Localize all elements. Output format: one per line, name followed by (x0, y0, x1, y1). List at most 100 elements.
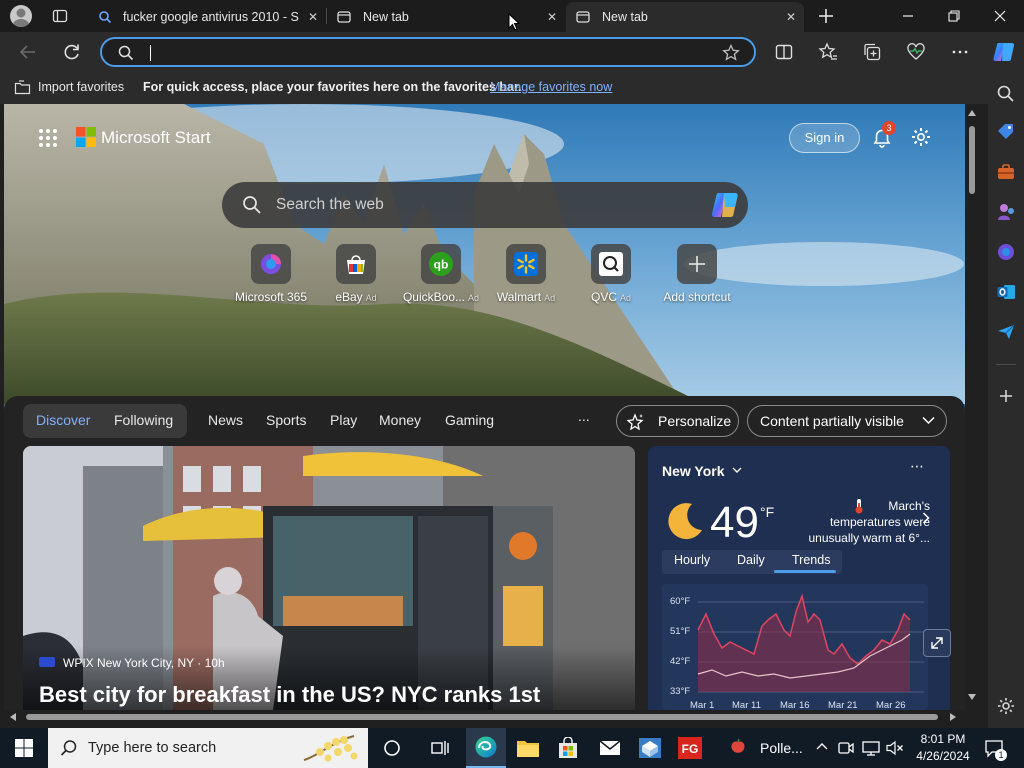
package-app-icon[interactable] (630, 728, 670, 768)
microsoft-store-icon[interactable] (548, 728, 588, 768)
copilot-icon[interactable] (992, 40, 1016, 64)
weather-note[interactable]: March's temperatures were unusually warm… (808, 498, 930, 546)
close-tab-icon[interactable]: ✕ (306, 10, 320, 24)
manage-favorites-link[interactable]: Manage favorites now (490, 80, 612, 94)
windows-taskbar: Type here to search FG Polle... 8:01 PM … (0, 728, 1024, 768)
tab-new-active[interactable]: New tab ✕ (566, 2, 804, 32)
browser-essentials-icon[interactable] (906, 42, 926, 62)
mail-icon[interactable] (590, 728, 630, 768)
close-tab-icon[interactable]: ✕ (784, 10, 798, 24)
tab-discover[interactable]: Discover (36, 412, 90, 428)
close-window-button[interactable] (977, 0, 1023, 32)
split-screen-icon[interactable] (774, 42, 794, 62)
top-story-card[interactable]: WPIX New York City, NY · 10h Best city f… (23, 446, 635, 710)
meet-now-icon[interactable] (838, 740, 854, 756)
tab-news[interactable]: News (208, 412, 243, 428)
personalize-button[interactable]: Personalize (616, 405, 739, 437)
close-tab-icon[interactable]: ✕ (545, 10, 559, 24)
show-hidden-icons-chevron-icon[interactable] (816, 742, 828, 750)
tab-new-1[interactable]: New tab ✕ (327, 2, 565, 32)
ad-badge: Ad (365, 293, 377, 303)
tab-gaming[interactable]: Gaming (445, 412, 494, 428)
more-tabs-button[interactable]: ... (578, 408, 590, 424)
scroll-right-icon[interactable] (950, 713, 956, 721)
horizontal-scrollbar[interactable] (4, 710, 965, 724)
tools-icon[interactable] (996, 162, 1016, 182)
sidebar-settings-icon[interactable] (996, 696, 1016, 716)
tab-daily[interactable]: Daily (737, 553, 765, 567)
content-visibility-dropdown[interactable]: Content partially visible (747, 405, 947, 437)
shortcut-microsoft-365[interactable]: Microsoft 365 (225, 244, 317, 314)
network-icon[interactable] (862, 740, 880, 756)
vertical-scrollbar[interactable] (965, 104, 979, 710)
import-favorites-button[interactable]: Import favorites (38, 80, 124, 94)
file-explorer-icon[interactable] (508, 728, 548, 768)
fg-app-icon[interactable]: FG (670, 728, 710, 768)
taskbar-search-box[interactable]: Type here to search (48, 728, 368, 768)
favorite-star-icon[interactable] (722, 44, 740, 62)
profile-avatar[interactable] (10, 5, 32, 27)
scroll-up-icon[interactable] (968, 110, 976, 116)
back-arrow-icon[interactable] (18, 42, 38, 62)
weather-more-button[interactable]: ⋯ (910, 458, 924, 475)
scroll-left-icon[interactable] (10, 713, 16, 721)
volume-muted-icon[interactable] (886, 740, 904, 756)
search-icon[interactable] (996, 84, 1016, 104)
shortcut-quickbooks[interactable]: qb QuickBoo... Ad (395, 244, 487, 314)
expand-icon[interactable] (923, 629, 951, 657)
story-source[interactable]: WPIX New York City, NY · 10h (63, 656, 225, 670)
system-clock[interactable]: 8:01 PM 4/26/2024 (908, 731, 978, 765)
shortcut-tile (336, 244, 376, 284)
shopping-tag-icon[interactable] (996, 122, 1016, 142)
add-shortcut-button[interactable]: Add shortcut (651, 244, 743, 314)
send-icon[interactable] (996, 322, 1016, 342)
shortcut-ebay[interactable]: eBay Ad (310, 244, 402, 314)
task-view-button[interactable] (372, 728, 412, 768)
tab-actions-icon[interactable] (52, 8, 68, 24)
chevron-right-icon[interactable] (922, 512, 930, 524)
web-search-box[interactable]: Search the web (222, 182, 748, 228)
refresh-icon[interactable] (62, 42, 82, 62)
app-launcher-icon[interactable] (38, 128, 58, 148)
microsoft-365-icon[interactable] (996, 242, 1016, 262)
minimize-button[interactable] (885, 0, 931, 32)
favorites-icon[interactable] (818, 42, 838, 62)
story-headline[interactable]: Best city for breakfast in the US? NYC r… (39, 682, 540, 708)
tab-following[interactable]: Following (114, 412, 173, 428)
more-menu-icon[interactable] (950, 42, 970, 62)
scroll-down-icon[interactable] (968, 694, 976, 700)
copilot-icon[interactable] (710, 191, 740, 219)
pollen-app-icon[interactable]: Polle... (720, 728, 810, 768)
microsoft-365-icon (261, 254, 281, 274)
timeline-button[interactable] (420, 728, 460, 768)
restore-button[interactable] (931, 0, 977, 32)
weather-card[interactable]: New York ⋯ 49 °F March's temperatures we… (648, 446, 950, 710)
scroll-thumb[interactable] (969, 126, 975, 194)
outlook-icon[interactable] (996, 282, 1016, 302)
tab-search[interactable]: fucker google antivirus 2010 - Se ✕ (88, 2, 326, 32)
shortcut-walmart[interactable]: Walmart Ad (480, 244, 572, 314)
search-icon (242, 195, 262, 215)
collections-icon[interactable] (862, 42, 882, 62)
sign-in-button[interactable]: Sign in (789, 123, 860, 153)
games-icon[interactable] (996, 202, 1016, 222)
weather-city[interactable]: New York (662, 463, 725, 479)
tab-trends[interactable]: Trends (792, 553, 830, 567)
add-sidebar-app-icon[interactable] (996, 386, 1016, 406)
scroll-thumb[interactable] (26, 714, 938, 720)
edge-sidebar (988, 72, 1024, 728)
chevron-down-icon[interactable] (732, 467, 742, 474)
y-tick-label: 33°F (670, 686, 691, 697)
address-bar[interactable] (100, 37, 756, 67)
start-button[interactable] (4, 728, 44, 768)
tab-play[interactable]: Play (330, 412, 357, 428)
brand-title[interactable]: Microsoft Start (101, 128, 211, 148)
tab-money[interactable]: Money (379, 412, 421, 428)
shortcut-qvc[interactable]: QVC Ad (565, 244, 657, 314)
tab-hourly[interactable]: Hourly (674, 553, 710, 567)
page-settings-icon[interactable] (910, 126, 932, 148)
new-tab-plus-icon[interactable] (816, 6, 836, 26)
tab-sports[interactable]: Sports (266, 412, 306, 428)
address-input[interactable] (144, 42, 704, 62)
edge-taskbar-icon[interactable] (466, 728, 506, 768)
